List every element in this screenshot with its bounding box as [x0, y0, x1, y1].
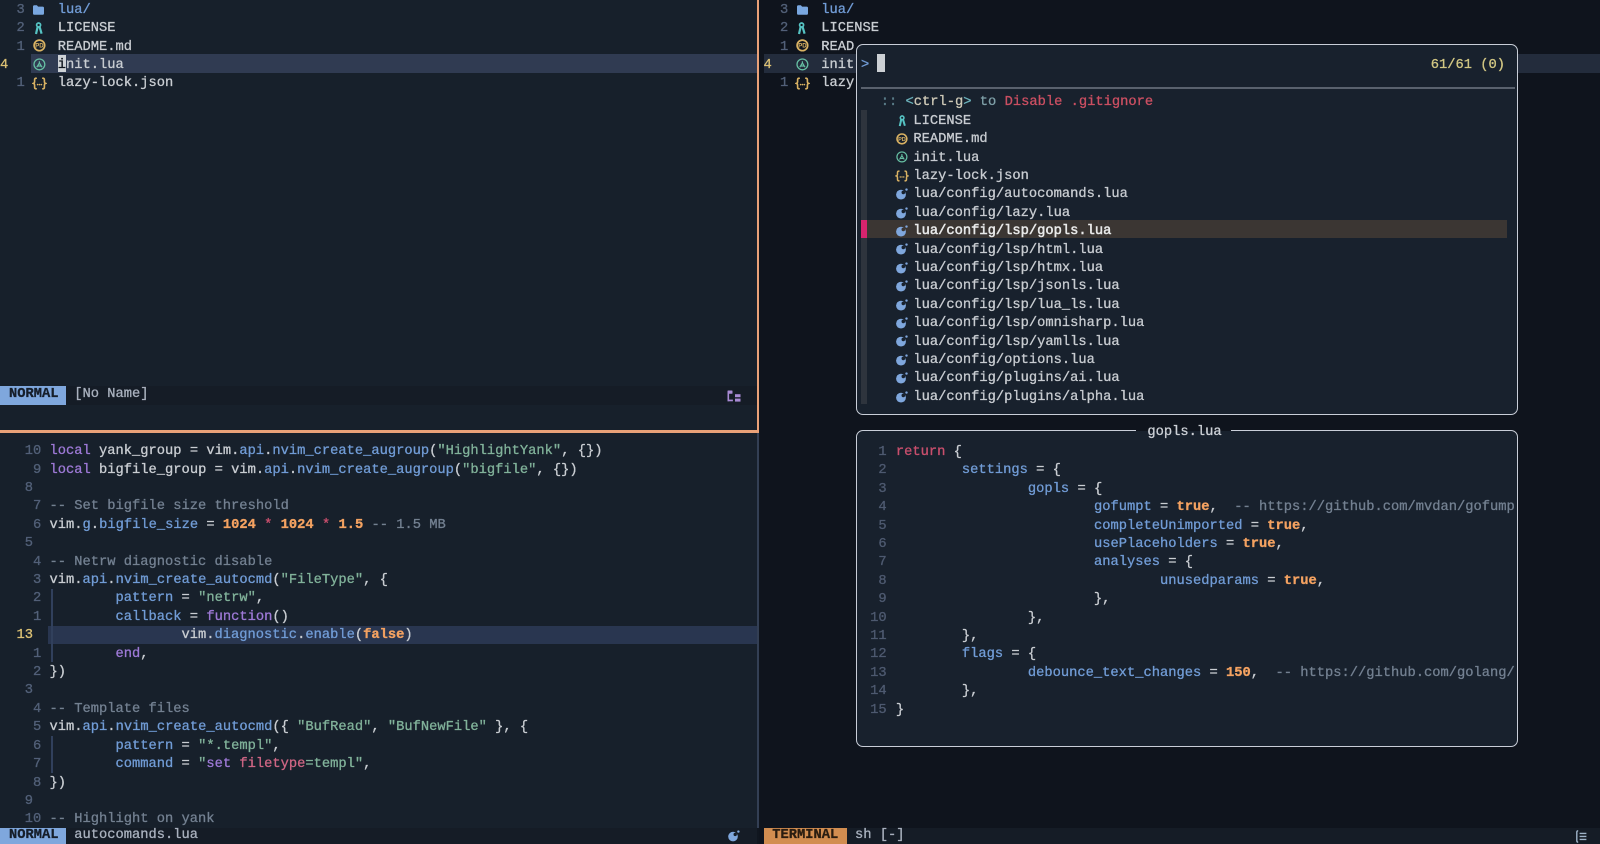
svg-text:PD: PD — [798, 44, 807, 50]
svg-text:PD: PD — [898, 137, 906, 143]
svg-text:PD: PD — [35, 44, 44, 50]
